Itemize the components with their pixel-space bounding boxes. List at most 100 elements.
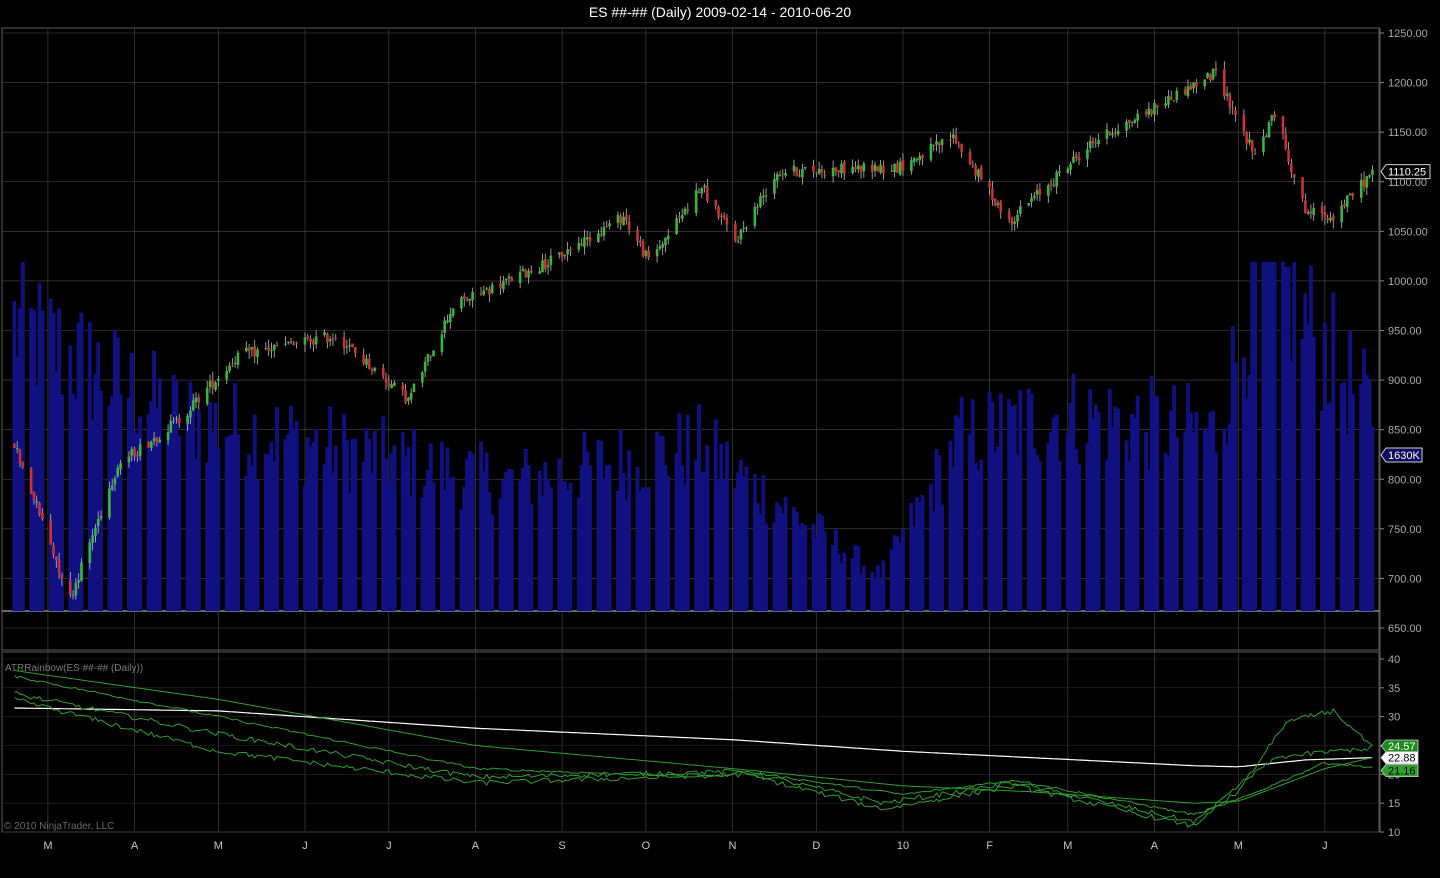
indicator-value-tags: 24.5722.8821.16	[1380, 739, 1419, 778]
candle-body	[488, 288, 491, 295]
candle-body	[680, 215, 684, 219]
candle-body	[725, 218, 729, 225]
candle-body	[1030, 197, 1033, 203]
candle-body	[1125, 121, 1128, 131]
candle-body	[32, 492, 36, 501]
volume-bar	[1311, 336, 1316, 611]
candle-body	[921, 154, 924, 159]
volume-bar	[1292, 262, 1297, 611]
volume-bar	[920, 495, 925, 611]
chart-canvas[interactable]: 1250.001200.001150.001100.001050.001000.…	[0, 0, 1440, 878]
candle-body	[742, 227, 745, 229]
volume-bar	[1057, 460, 1062, 611]
candle-body	[834, 167, 838, 172]
candle-body	[38, 503, 41, 515]
candle-body	[29, 468, 33, 494]
candle-body	[954, 135, 958, 144]
candle-body	[1287, 149, 1290, 163]
candle-body	[245, 347, 248, 352]
candle-body	[289, 341, 293, 344]
candle-body	[977, 169, 980, 177]
candle-body	[462, 295, 466, 299]
candle-body	[309, 338, 312, 342]
candle-body	[639, 240, 642, 244]
candle-body	[820, 168, 824, 173]
candle-body	[1108, 131, 1112, 135]
candle-body	[1010, 218, 1014, 225]
candle-body	[1362, 179, 1366, 188]
candle-body	[1262, 136, 1265, 152]
volume-bar	[509, 469, 514, 611]
candle-body	[80, 562, 83, 581]
month-label: A	[131, 840, 139, 852]
candle-body	[1348, 193, 1352, 195]
candle-body	[1019, 206, 1022, 214]
volume-bar	[275, 406, 280, 611]
candle-body	[837, 170, 841, 173]
candle-body	[1172, 100, 1176, 102]
candle-body	[292, 343, 296, 345]
candle-body	[736, 241, 740, 243]
candle-body	[560, 252, 564, 257]
volume-bar	[314, 428, 319, 611]
candle-body	[231, 363, 234, 365]
volume-bar	[1174, 436, 1179, 611]
candle-body	[186, 416, 189, 425]
candle-body	[362, 354, 365, 364]
candle-body	[1290, 163, 1293, 173]
candle-body	[1114, 132, 1117, 134]
candle-body	[714, 200, 718, 207]
candle-body	[932, 144, 936, 146]
candle-body	[1365, 176, 1369, 188]
candle-body	[275, 345, 279, 347]
candle-body	[211, 379, 215, 389]
volume-bar	[685, 414, 690, 611]
candle-body	[169, 421, 173, 433]
candle-body	[988, 181, 991, 188]
candle-body	[172, 420, 175, 422]
candle-body	[345, 346, 349, 348]
month-label: 10	[897, 840, 909, 852]
volume-bar	[705, 445, 710, 611]
volume-bar	[255, 479, 260, 611]
candle-body	[823, 174, 827, 176]
candle-body	[348, 345, 351, 347]
candle-body	[133, 448, 136, 457]
candle-body	[775, 173, 779, 181]
price-tick-label: 1250.00	[1388, 28, 1428, 40]
volume-bar	[196, 410, 201, 611]
price-tick-label: 1200.00	[1388, 78, 1428, 90]
candle-body	[543, 258, 547, 270]
volume-bar	[1135, 395, 1140, 611]
candle-body	[471, 292, 474, 300]
volume-bar	[627, 450, 632, 611]
candle-body	[697, 191, 701, 193]
candle-body	[524, 270, 528, 278]
candle-body	[119, 463, 122, 469]
candle-body	[641, 241, 645, 257]
candle-body	[284, 343, 287, 345]
candle-body	[588, 237, 592, 242]
candle-body	[599, 234, 603, 236]
candle-body	[225, 370, 229, 380]
candle-body	[256, 349, 259, 357]
candle-body	[295, 341, 298, 344]
candle-body	[1359, 179, 1363, 198]
candle-body	[1091, 140, 1095, 144]
candle-body	[1329, 217, 1332, 221]
price-tick-label: 850.00	[1388, 425, 1422, 437]
candle-body	[974, 165, 977, 176]
candle-body	[77, 580, 80, 583]
candle-body	[856, 165, 860, 170]
candle-body	[353, 347, 357, 354]
month-label: S	[558, 840, 565, 852]
candle-body	[1281, 116, 1285, 134]
candle-body	[1175, 90, 1179, 101]
candle-body	[108, 488, 111, 518]
volume-tag-text: 1630K	[1388, 450, 1420, 462]
candle-body	[915, 159, 919, 161]
candle-body	[870, 164, 874, 173]
candle-body	[722, 215, 726, 218]
candle-body	[1111, 133, 1114, 136]
candle-body	[191, 400, 195, 411]
